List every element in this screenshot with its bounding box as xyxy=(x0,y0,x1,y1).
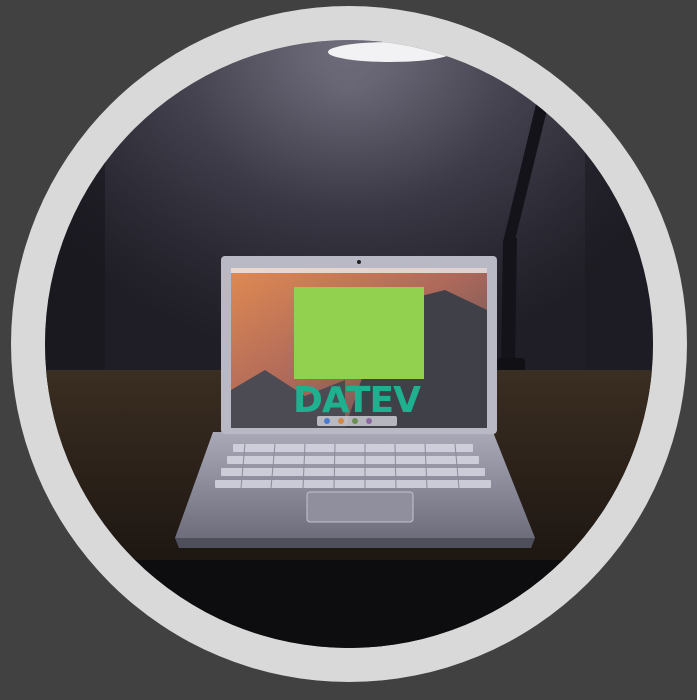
logo-green-block xyxy=(294,287,424,379)
avatar-frame: DATEV xyxy=(0,0,697,700)
logo-wordmark: DATEV xyxy=(293,380,421,421)
laptop-photo: DATEV xyxy=(45,40,653,648)
